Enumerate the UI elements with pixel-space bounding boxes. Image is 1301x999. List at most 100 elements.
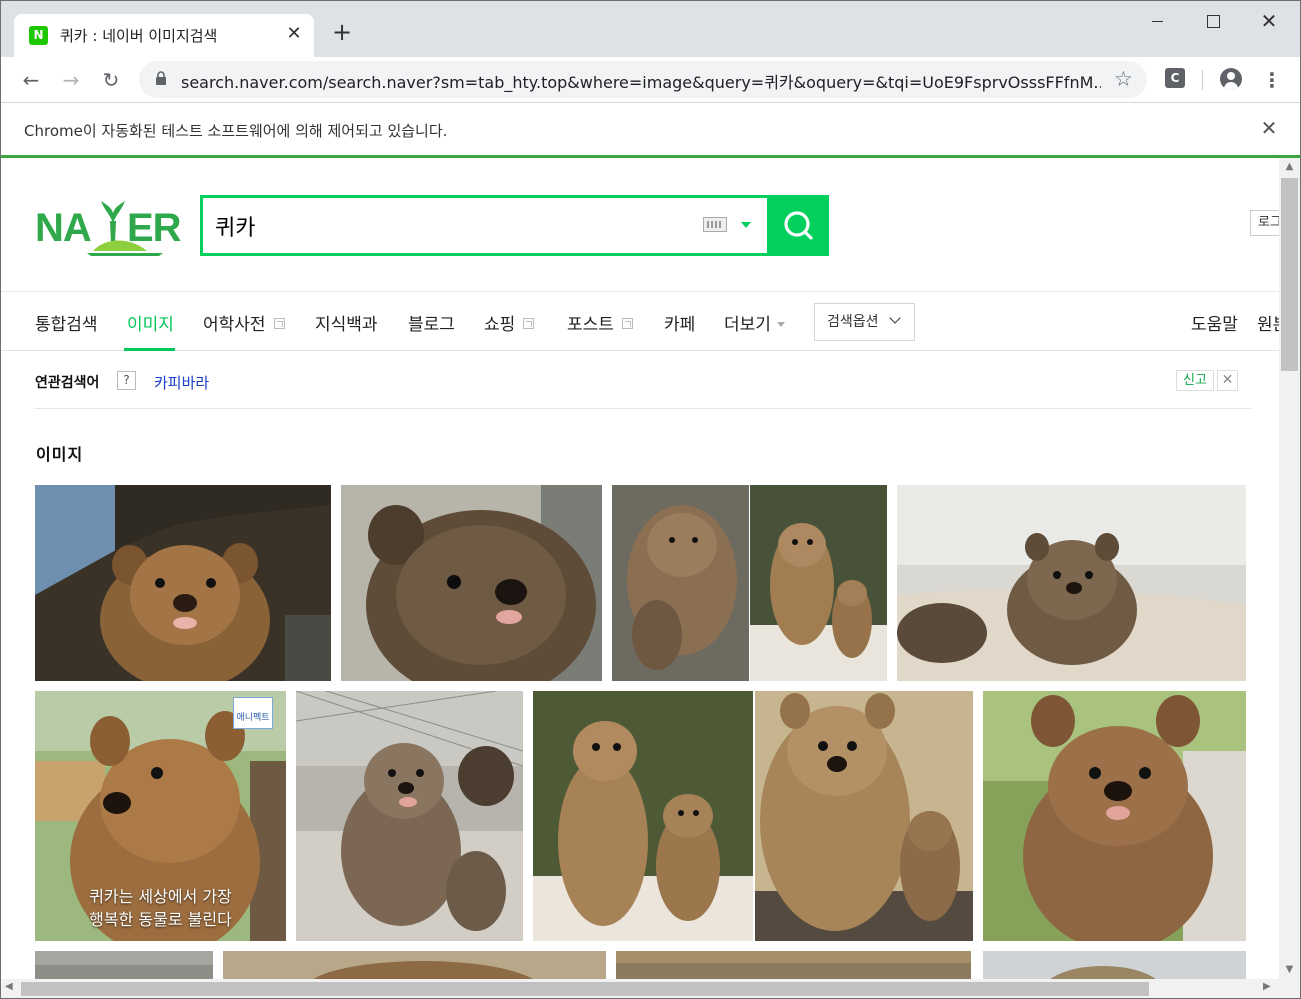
lock-icon (156, 71, 166, 85)
tab-blog[interactable]: 블로그 (408, 310, 455, 335)
browser-tab[interactable]: N 퀴카 : 네이버 이미지검색 ✕ (14, 14, 314, 57)
tab-cafe[interactable]: 카페 (664, 310, 695, 335)
help-link[interactable]: 도움말 (1191, 310, 1238, 335)
autocomplete-toggle-icon[interactable] (741, 222, 751, 228)
help-icon[interactable]: ? (117, 371, 136, 390)
account-icon[interactable] (1220, 68, 1242, 90)
search-input[interactable] (215, 210, 685, 242)
quokka-image-3[interactable] (612, 485, 887, 681)
new-window-icon (621, 318, 633, 329)
search-icon (784, 211, 813, 240)
quokka-photo (35, 485, 331, 681)
quokka-image-row3-4[interactable] (983, 951, 1246, 979)
close-icon[interactable]: ✕ (1217, 370, 1238, 391)
infobar-text: Chrome이 자동화된 테스트 소프트웨어에 의해 제어되고 있습니다. (24, 122, 448, 140)
tab-integrated[interactable]: 통합검색 (35, 310, 98, 335)
tab-label: 이미지 (127, 315, 174, 335)
browser-toolbar: ← → ↻ search.naver.com/search.naver?sm=t… (1, 57, 1300, 103)
vertical-scrollbar[interactable]: ▲ ▼ (1279, 158, 1300, 979)
quokka-image-4[interactable] (897, 485, 1246, 681)
tab-label: 카페 (664, 315, 696, 335)
toolbar-divider (1202, 70, 1203, 90)
quokka-image-7[interactable] (533, 691, 753, 941)
quokka-photo (533, 691, 753, 941)
quokka-image-row3-1[interactable] (35, 951, 213, 979)
infobar-close-icon[interactable]: ✕ (1257, 116, 1281, 140)
search-button[interactable] (767, 195, 829, 256)
bookmark-star-icon[interactable]: ☆ (1114, 67, 1133, 91)
quokka-image-6[interactable] (296, 691, 523, 941)
tab-label: 지식백과 (315, 315, 378, 335)
address-bar[interactable]: search.naver.com/search.naver?sm=tab_hty… (139, 61, 1147, 98)
quokka-photo (755, 691, 973, 941)
quokka-photo (983, 951, 1246, 979)
report-button[interactable]: 신고 (1176, 370, 1214, 391)
quokka-image-8[interactable] (755, 691, 973, 941)
scrollbar-thumb[interactable] (21, 982, 1149, 996)
menu-dots-icon[interactable]: ⋮ (1262, 65, 1282, 95)
tab-dictionary[interactable]: 어학사전 (203, 310, 285, 335)
tab-shopping[interactable]: 쇼핑 (484, 310, 535, 335)
quokka-photo (612, 485, 887, 681)
horizontal-scrollbar[interactable]: ◀ ▶ (1, 979, 1300, 998)
quokka-image-2[interactable] (341, 485, 602, 681)
original-link[interactable]: 원본 (1257, 310, 1279, 335)
tab-more[interactable]: 더보기 (724, 310, 785, 335)
quokka-photo (983, 691, 1246, 941)
automation-infobar: Chrome이 자동화된 테스트 소프트웨어에 의해 제어되고 있습니다. ✕ (1, 103, 1300, 158)
related-keyword-link[interactable]: 카피바라 (154, 372, 209, 393)
quokka-photo (296, 691, 523, 941)
forward-arrow-icon[interactable]: → (56, 65, 86, 95)
quokka-image-9[interactable] (983, 691, 1246, 941)
quokka-image-row3-2[interactable] (223, 951, 606, 979)
search-options-label: 검색옵션 (827, 314, 879, 330)
chevron-down-icon (889, 312, 901, 324)
scroll-down-icon[interactable]: ▼ (1279, 961, 1300, 979)
tab-encyclopedia[interactable]: 지식백과 (315, 310, 378, 335)
tab-post[interactable]: 포스트 (567, 310, 633, 335)
search-options-button[interactable]: 검색옵션 (814, 303, 915, 341)
caret-down-icon (776, 322, 785, 327)
minimize-button[interactable] (1129, 1, 1185, 41)
related-title: 연관검색어 (35, 375, 100, 391)
back-arrow-icon[interactable]: ← (16, 65, 46, 95)
search-box (200, 195, 768, 256)
quokka-photo (897, 485, 1246, 681)
search-category-tabs: 통합검색 이미지 어학사전 지식백과 블로그 쇼핑 포스트 카페 더보기 검색옵… (1, 291, 1279, 351)
login-button[interactable]: 로그 (1250, 210, 1279, 236)
tab-title: 퀴카 : 네이버 이미지검색 (60, 27, 218, 45)
title-bar: N 퀴카 : 네이버 이미지검색 ✕ + ✕ (1, 1, 1300, 57)
extension-icon[interactable]: C (1165, 68, 1185, 88)
image-caption-line-1: 퀴카는 세상에서 가장 (89, 887, 232, 906)
naver-logo[interactable]: NA ER (35, 193, 187, 257)
tab-close-icon[interactable]: ✕ (284, 22, 304, 46)
maximize-button[interactable] (1185, 1, 1241, 41)
url-text[interactable]: search.naver.com/search.naver?sm=tab_hty… (181, 69, 1101, 93)
tab-label: 포스트 (567, 315, 614, 335)
tab-label: 어학사전 (203, 315, 266, 335)
scroll-up-icon[interactable]: ▲ (1279, 158, 1300, 176)
quokka-photo (616, 951, 971, 979)
new-tab-button[interactable]: + (329, 19, 355, 45)
quokka-photo (341, 485, 602, 681)
scrollbar-thumb[interactable] (1281, 178, 1298, 371)
scroll-right-icon[interactable]: ▶ (1263, 981, 1271, 992)
tab-label: 쇼핑 (484, 315, 516, 335)
svg-text:NA: NA (35, 206, 91, 250)
tab-label: 블로그 (408, 315, 455, 335)
tab-image[interactable]: 이미지 (127, 310, 174, 335)
new-window-icon (523, 318, 535, 329)
quokka-image-row3-3[interactable] (616, 951, 971, 979)
quokka-image-1[interactable] (35, 485, 331, 681)
quokka-photo (223, 951, 606, 979)
reload-icon[interactable]: ↻ (96, 65, 126, 95)
keyboard-icon[interactable] (703, 217, 727, 232)
svg-text:ER: ER (127, 206, 182, 250)
scroll-left-icon[interactable]: ◀ (5, 981, 13, 992)
quokka-photo (35, 951, 213, 979)
browser-window: N 퀴카 : 네이버 이미지검색 ✕ + ✕ ← → ↻ search.nave… (0, 0, 1301, 999)
close-window-button[interactable]: ✕ (1241, 1, 1297, 41)
new-window-icon (273, 318, 285, 329)
quokka-image-5[interactable]: 애니펙트 퀴카는 세상에서 가장 행복한 동물로 불린다 (35, 691, 286, 941)
page-viewport: NA ER 로그 통합검색 이미지 어학사전 지식백과 블로그 (1, 158, 1279, 979)
